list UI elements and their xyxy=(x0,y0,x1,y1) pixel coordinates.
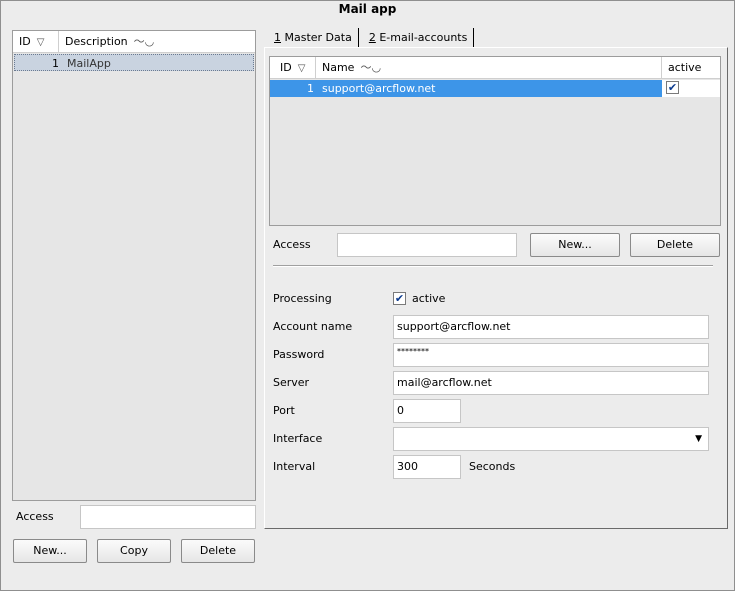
tab-hotkey: 2 xyxy=(368,31,376,44)
row-description: MailApp xyxy=(67,57,111,70)
accounts-access-label: Access xyxy=(273,238,311,251)
column-header-id[interactable]: ID ▽ xyxy=(13,31,59,53)
column-header-name[interactable]: Name 〜◡ xyxy=(316,57,662,79)
column-label: ID xyxy=(19,35,31,48)
port-label: Port xyxy=(273,404,295,417)
row-id: 1 xyxy=(52,57,59,70)
processing-checkbox[interactable]: ✔ xyxy=(393,292,406,305)
password-field[interactable]: ******** xyxy=(393,343,709,367)
interval-unit-label: Seconds xyxy=(469,460,516,473)
row-id: 1 xyxy=(307,82,314,95)
left-new-button[interactable]: New... xyxy=(13,539,87,563)
wave-icon: 〜◡ xyxy=(133,35,155,48)
tab-email-accounts[interactable]: 2 E-mail-accounts xyxy=(363,28,475,48)
row-active-cell: ✔ xyxy=(662,80,720,97)
account-name-field[interactable]: support@arcflow.net xyxy=(393,315,709,339)
accounts-new-button[interactable]: New... xyxy=(530,233,620,257)
tab-bar: 1 Master Data 2 E-mail-accounts xyxy=(268,28,475,48)
column-header-id[interactable]: ID ▽ xyxy=(270,57,316,79)
window-title: Mail app xyxy=(338,2,397,16)
column-label: active xyxy=(668,61,702,74)
left-copy-button[interactable]: Copy xyxy=(97,539,171,563)
left-delete-button[interactable]: Delete xyxy=(181,539,255,563)
port-field[interactable]: 0 xyxy=(393,399,461,423)
column-header-active[interactable]: active xyxy=(662,57,720,79)
processing-checkbox-label: active xyxy=(412,292,446,305)
accounts-grid[interactable]: ID ▽ Name 〜◡ active 1 support@arcflow.net … xyxy=(269,56,721,226)
tab-master-data[interactable]: 1 Master Data xyxy=(268,28,359,48)
column-header-description[interactable]: Description 〜◡ xyxy=(59,31,255,53)
table-row[interactable]: 1 MailApp xyxy=(14,54,254,71)
server-field[interactable]: mail@arcflow.net xyxy=(393,371,709,395)
processing-label: Processing xyxy=(273,292,332,305)
sort-icon[interactable]: ▽ xyxy=(298,63,306,74)
table-row[interactable]: 1 support@arcflow.net ✔ xyxy=(270,80,720,97)
accounts-grid-header: ID ▽ Name 〜◡ active xyxy=(270,57,720,79)
account-name-label: Account name xyxy=(273,320,353,333)
dropdown-arrow-icon[interactable]: ▼ xyxy=(695,428,702,450)
checkbox-icon[interactable]: ✔ xyxy=(666,81,679,94)
interval-field[interactable]: 300 xyxy=(393,455,461,479)
left-access-label: Access xyxy=(16,510,54,523)
server-label: Server xyxy=(273,376,310,389)
column-label: Name xyxy=(322,61,355,74)
tab-hotkey: 1 xyxy=(274,31,281,44)
sort-icon[interactable]: ▽ xyxy=(37,37,45,48)
row-name: support@arcflow.net xyxy=(322,82,436,95)
left-grid[interactable]: ID ▽ Description 〜◡ 1 MailApp xyxy=(12,30,256,501)
tab-label: Master Data xyxy=(281,31,352,44)
divider xyxy=(273,265,713,267)
left-grid-header: ID ▽ Description 〜◡ xyxy=(13,31,255,53)
accounts-delete-button[interactable]: Delete xyxy=(630,233,720,257)
tab-label: E-mail-accounts xyxy=(375,31,468,44)
column-label: ID xyxy=(280,61,292,74)
interval-label: Interval xyxy=(273,460,316,473)
interface-select[interactable]: ▼ xyxy=(393,427,709,451)
wave-icon: 〜◡ xyxy=(360,61,382,74)
interface-label: Interface xyxy=(273,432,323,445)
accounts-access-field[interactable] xyxy=(337,233,517,257)
password-label: Password xyxy=(273,348,325,361)
left-access-field[interactable] xyxy=(80,505,256,529)
column-label: Description xyxy=(65,35,128,48)
